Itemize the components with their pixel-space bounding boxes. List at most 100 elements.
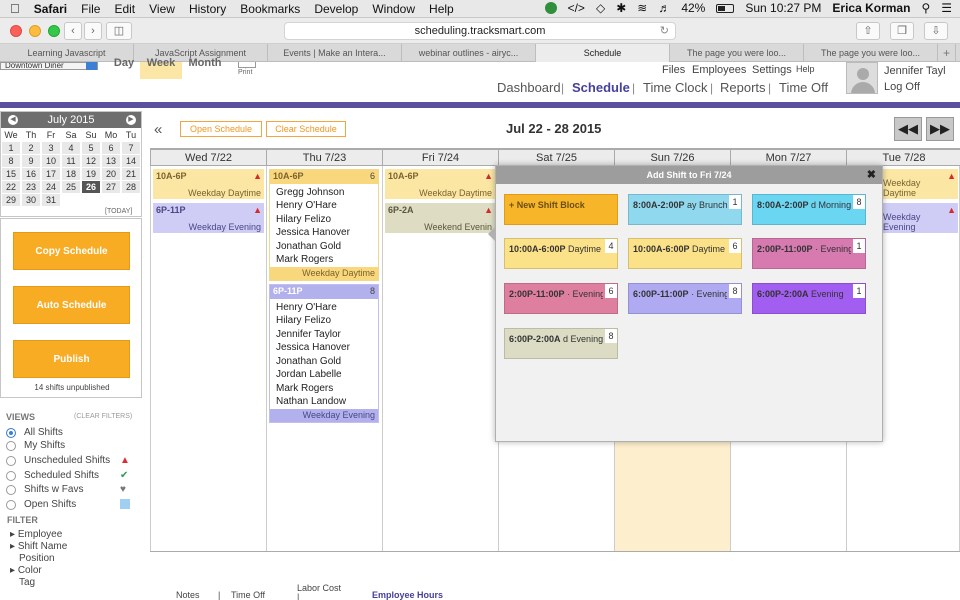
footer-labor-cost[interactable]: Labor Cost: [297, 583, 341, 593]
employee-name[interactable]: Nathan Landow: [276, 396, 346, 407]
shift-block-option[interactable]: 10:00A-6:00P Daytime 6: [628, 238, 742, 269]
radio-scheduled[interactable]: [6, 471, 16, 481]
shift-card[interactable]: 10A-6P 6 Gregg Johnson Henry O'Hare Hila…: [269, 169, 379, 281]
view-unscheduled-shifts[interactable]: Unscheduled Shifts: [24, 455, 110, 466]
browser-tab[interactable]: The page you were loo...: [670, 44, 804, 62]
calendar-day[interactable]: 17: [42, 168, 60, 180]
shift-block-option[interactable]: 8:00A-2:00P ay Brunch 1: [628, 194, 742, 225]
close-icon[interactable]: ✖: [867, 168, 876, 181]
shift-card[interactable]: 6P-2A ▲ Weekend Evenin: [385, 203, 495, 233]
tabs-overview-icon[interactable]: ❐: [890, 22, 914, 40]
view-open-shifts[interactable]: Open Shifts: [24, 499, 76, 510]
browser-tab[interactable]: webinar outlines - airyc...: [402, 44, 536, 62]
radio-open[interactable]: [6, 500, 16, 510]
calendar-day[interactable]: 15: [2, 168, 20, 180]
link-help[interactable]: Help: [796, 64, 815, 74]
calendar-day[interactable]: 3: [42, 142, 60, 154]
shift-card[interactable]: 10A-6P ▲ Weekday Daytime: [385, 169, 495, 199]
reload-icon[interactable]: ↻: [660, 23, 669, 39]
share-icon[interactable]: ⇧: [856, 22, 880, 40]
spotlight-icon[interactable]: ⚲: [921, 1, 930, 15]
calendar-day[interactable]: 31: [42, 194, 60, 206]
filter-shift-name[interactable]: ▸ Shift Name: [10, 541, 67, 552]
menu-history[interactable]: History: [189, 2, 226, 16]
employee-name[interactable]: Hilary Felizo: [276, 315, 331, 326]
employee-name[interactable]: Jonathan Gold: [276, 356, 341, 367]
apple-icon[interactable]: : [10, 1, 20, 16]
calendar-day[interactable]: 29: [2, 194, 20, 206]
calendar-day[interactable]: 24: [42, 181, 60, 193]
new-shift-block-button[interactable]: + New Shift Block: [504, 194, 618, 225]
calendar-day[interactable]: 5: [82, 142, 100, 154]
filter-tag[interactable]: Tag: [19, 577, 35, 588]
zoom-window-icon[interactable]: [48, 25, 60, 37]
view-scheduled-shifts[interactable]: Scheduled Shifts: [24, 470, 99, 481]
bluetooth-icon[interactable]: ✱: [616, 1, 626, 15]
auto-schedule-button[interactable]: Auto Schedule: [13, 286, 130, 324]
browser-tab[interactable]: Events | Make an Intera...: [268, 44, 402, 62]
calendar-day[interactable]: 25: [62, 181, 80, 193]
calendar-day[interactable]: 22: [2, 181, 20, 193]
employee-name[interactable]: Henry O'Hare: [276, 302, 337, 313]
shift-block-option[interactable]: 2:00P-11:00P · Evening 1: [752, 238, 866, 269]
menu-view[interactable]: View: [149, 2, 175, 16]
calendar-day[interactable]: 2: [22, 142, 40, 154]
calendar-day[interactable]: 7: [122, 142, 140, 154]
logoff-link[interactable]: Log Off: [884, 81, 920, 93]
menubar-user[interactable]: Erica Korman: [832, 1, 910, 15]
employee-name[interactable]: Jessica Hanover: [276, 227, 350, 238]
view-shifts-with-favs[interactable]: Shifts w Favs: [24, 484, 83, 495]
calendar-day[interactable]: 16: [22, 168, 40, 180]
back-button[interactable]: ‹: [64, 22, 82, 40]
link-settings[interactable]: Settings: [752, 64, 792, 76]
filter-position[interactable]: Position: [19, 553, 55, 564]
calendar-day[interactable]: 30: [22, 194, 40, 206]
employee-name[interactable]: Hilary Felizo: [276, 214, 331, 225]
downloads-icon[interactable]: ⇩: [924, 22, 948, 40]
shift-card[interactable]: ▲ Weekday Evening: [883, 203, 958, 233]
nav-time-clock[interactable]: Time Clock: [643, 80, 708, 95]
next-week-button[interactable]: ▶▶: [926, 117, 954, 141]
menu-help[interactable]: Help: [429, 2, 454, 16]
view-my-shifts[interactable]: My Shifts: [24, 440, 65, 451]
employee-name[interactable]: Jennifer Taylor: [276, 329, 341, 340]
employee-name[interactable]: Jonathan Gold: [276, 241, 341, 252]
calendar-day[interactable]: 26: [82, 181, 100, 193]
minimize-window-icon[interactable]: [29, 25, 41, 37]
footer-notes[interactable]: Notes: [176, 590, 200, 600]
link-files[interactable]: Files: [662, 64, 685, 76]
footer-employee-hours[interactable]: Employee Hours: [372, 590, 443, 600]
calendar-day[interactable]: 1: [2, 142, 20, 154]
shift-card[interactable]: ▲ Weekday Daytime: [883, 169, 958, 199]
print-label[interactable]: Print: [238, 69, 252, 76]
menu-develop[interactable]: Develop: [314, 2, 358, 16]
shift-block-option[interactable]: 6:00P-2:00A d Evening 8: [504, 328, 618, 359]
nav-schedule[interactable]: Schedule: [572, 80, 630, 95]
shift-card[interactable]: 6P-11P 8 Henry O'Hare Hilary Felizo Jenn…: [269, 284, 379, 423]
calendar-day[interactable]: 11: [62, 155, 80, 167]
notification-center-icon[interactable]: ☰: [941, 1, 952, 15]
radio-my-shifts[interactable]: [6, 441, 16, 451]
copy-schedule-button[interactable]: Copy Schedule: [13, 232, 130, 270]
nav-reports[interactable]: Reports: [720, 80, 766, 95]
clear-schedule-button[interactable]: Clear Schedule: [266, 121, 346, 137]
calendar-day[interactable]: 10: [42, 155, 60, 167]
radio-all-shifts[interactable]: [6, 428, 16, 438]
menu-file[interactable]: File: [81, 2, 100, 16]
calendar-day[interactable]: 14: [122, 155, 140, 167]
employee-name[interactable]: Jordan Labelle: [276, 369, 342, 380]
status-app-icon[interactable]: [544, 2, 557, 14]
avatar[interactable]: [846, 62, 878, 94]
calendar-day[interactable]: 9: [22, 155, 40, 167]
employee-name[interactable]: Mark Rogers: [276, 254, 333, 265]
location-select[interactable]: Downtown Diner: [0, 62, 98, 70]
forward-button[interactable]: ›: [84, 22, 102, 40]
calendar-day[interactable]: 20: [102, 168, 120, 180]
shift-block-option[interactable]: 6:00P-2:00A Evening 1: [752, 283, 866, 314]
link-employees[interactable]: Employees: [692, 64, 746, 76]
wifi-icon[interactable]: ≋: [637, 1, 647, 15]
menu-edit[interactable]: Edit: [114, 2, 135, 16]
battery-percent[interactable]: 42%: [681, 1, 705, 15]
employee-name[interactable]: Jessica Hanover: [276, 342, 350, 353]
sidebar-toggle-icon[interactable]: ◫: [106, 22, 132, 40]
